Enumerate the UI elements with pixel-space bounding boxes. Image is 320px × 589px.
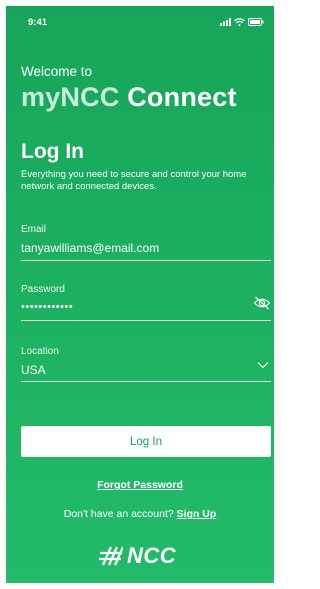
- email-underline: [21, 260, 271, 261]
- no-account-text: Don't have an account?: [63, 508, 174, 520]
- login-button[interactable]: Log In: [21, 426, 271, 457]
- signup-link[interactable]: Sign Up: [177, 508, 217, 520]
- forgot-password-link[interactable]: Forgot Password: [6, 479, 274, 491]
- ncc-logo-text: NCC: [127, 543, 177, 568]
- wifi-icon: [234, 18, 245, 26]
- welcome-text: Welcome to: [21, 64, 93, 79]
- password-underline: [21, 320, 271, 321]
- status-time: 9:41: [28, 17, 48, 28]
- ncc-logo: NCC: [99, 543, 176, 569]
- signup-row: Don't have an account? Sign Up: [6, 508, 274, 520]
- password-field[interactable]: ••••••••••••: [21, 301, 73, 313]
- location-label: Location: [21, 346, 59, 357]
- eye-slash-icon[interactable]: [253, 296, 271, 310]
- email-field[interactable]: tanyawilliams@email.com: [21, 241, 159, 255]
- chevron-down-icon[interactable]: [257, 361, 269, 369]
- location-underline: [21, 381, 271, 382]
- location-select[interactable]: USA: [21, 363, 46, 377]
- page-title: Log In: [21, 140, 84, 163]
- login-description: Everything you need to secure and contro…: [21, 169, 247, 192]
- password-label: Password: [21, 284, 65, 295]
- status-icons: [220, 17, 264, 27]
- email-label: Email: [21, 224, 47, 235]
- ncc-hatch-logo-icon: [99, 546, 123, 566]
- app-title: myNCC Connect: [21, 82, 237, 113]
- app-title-part1: myNCC: [21, 82, 120, 112]
- signal-icon: [220, 18, 231, 26]
- status-bar: 9:41: [6, 6, 274, 36]
- login-screen: 9:41 Welcome to myNCC Connect Log In Eve…: [6, 6, 274, 583]
- app-title-part2: Connect: [127, 82, 237, 112]
- battery-icon: [248, 18, 264, 26]
